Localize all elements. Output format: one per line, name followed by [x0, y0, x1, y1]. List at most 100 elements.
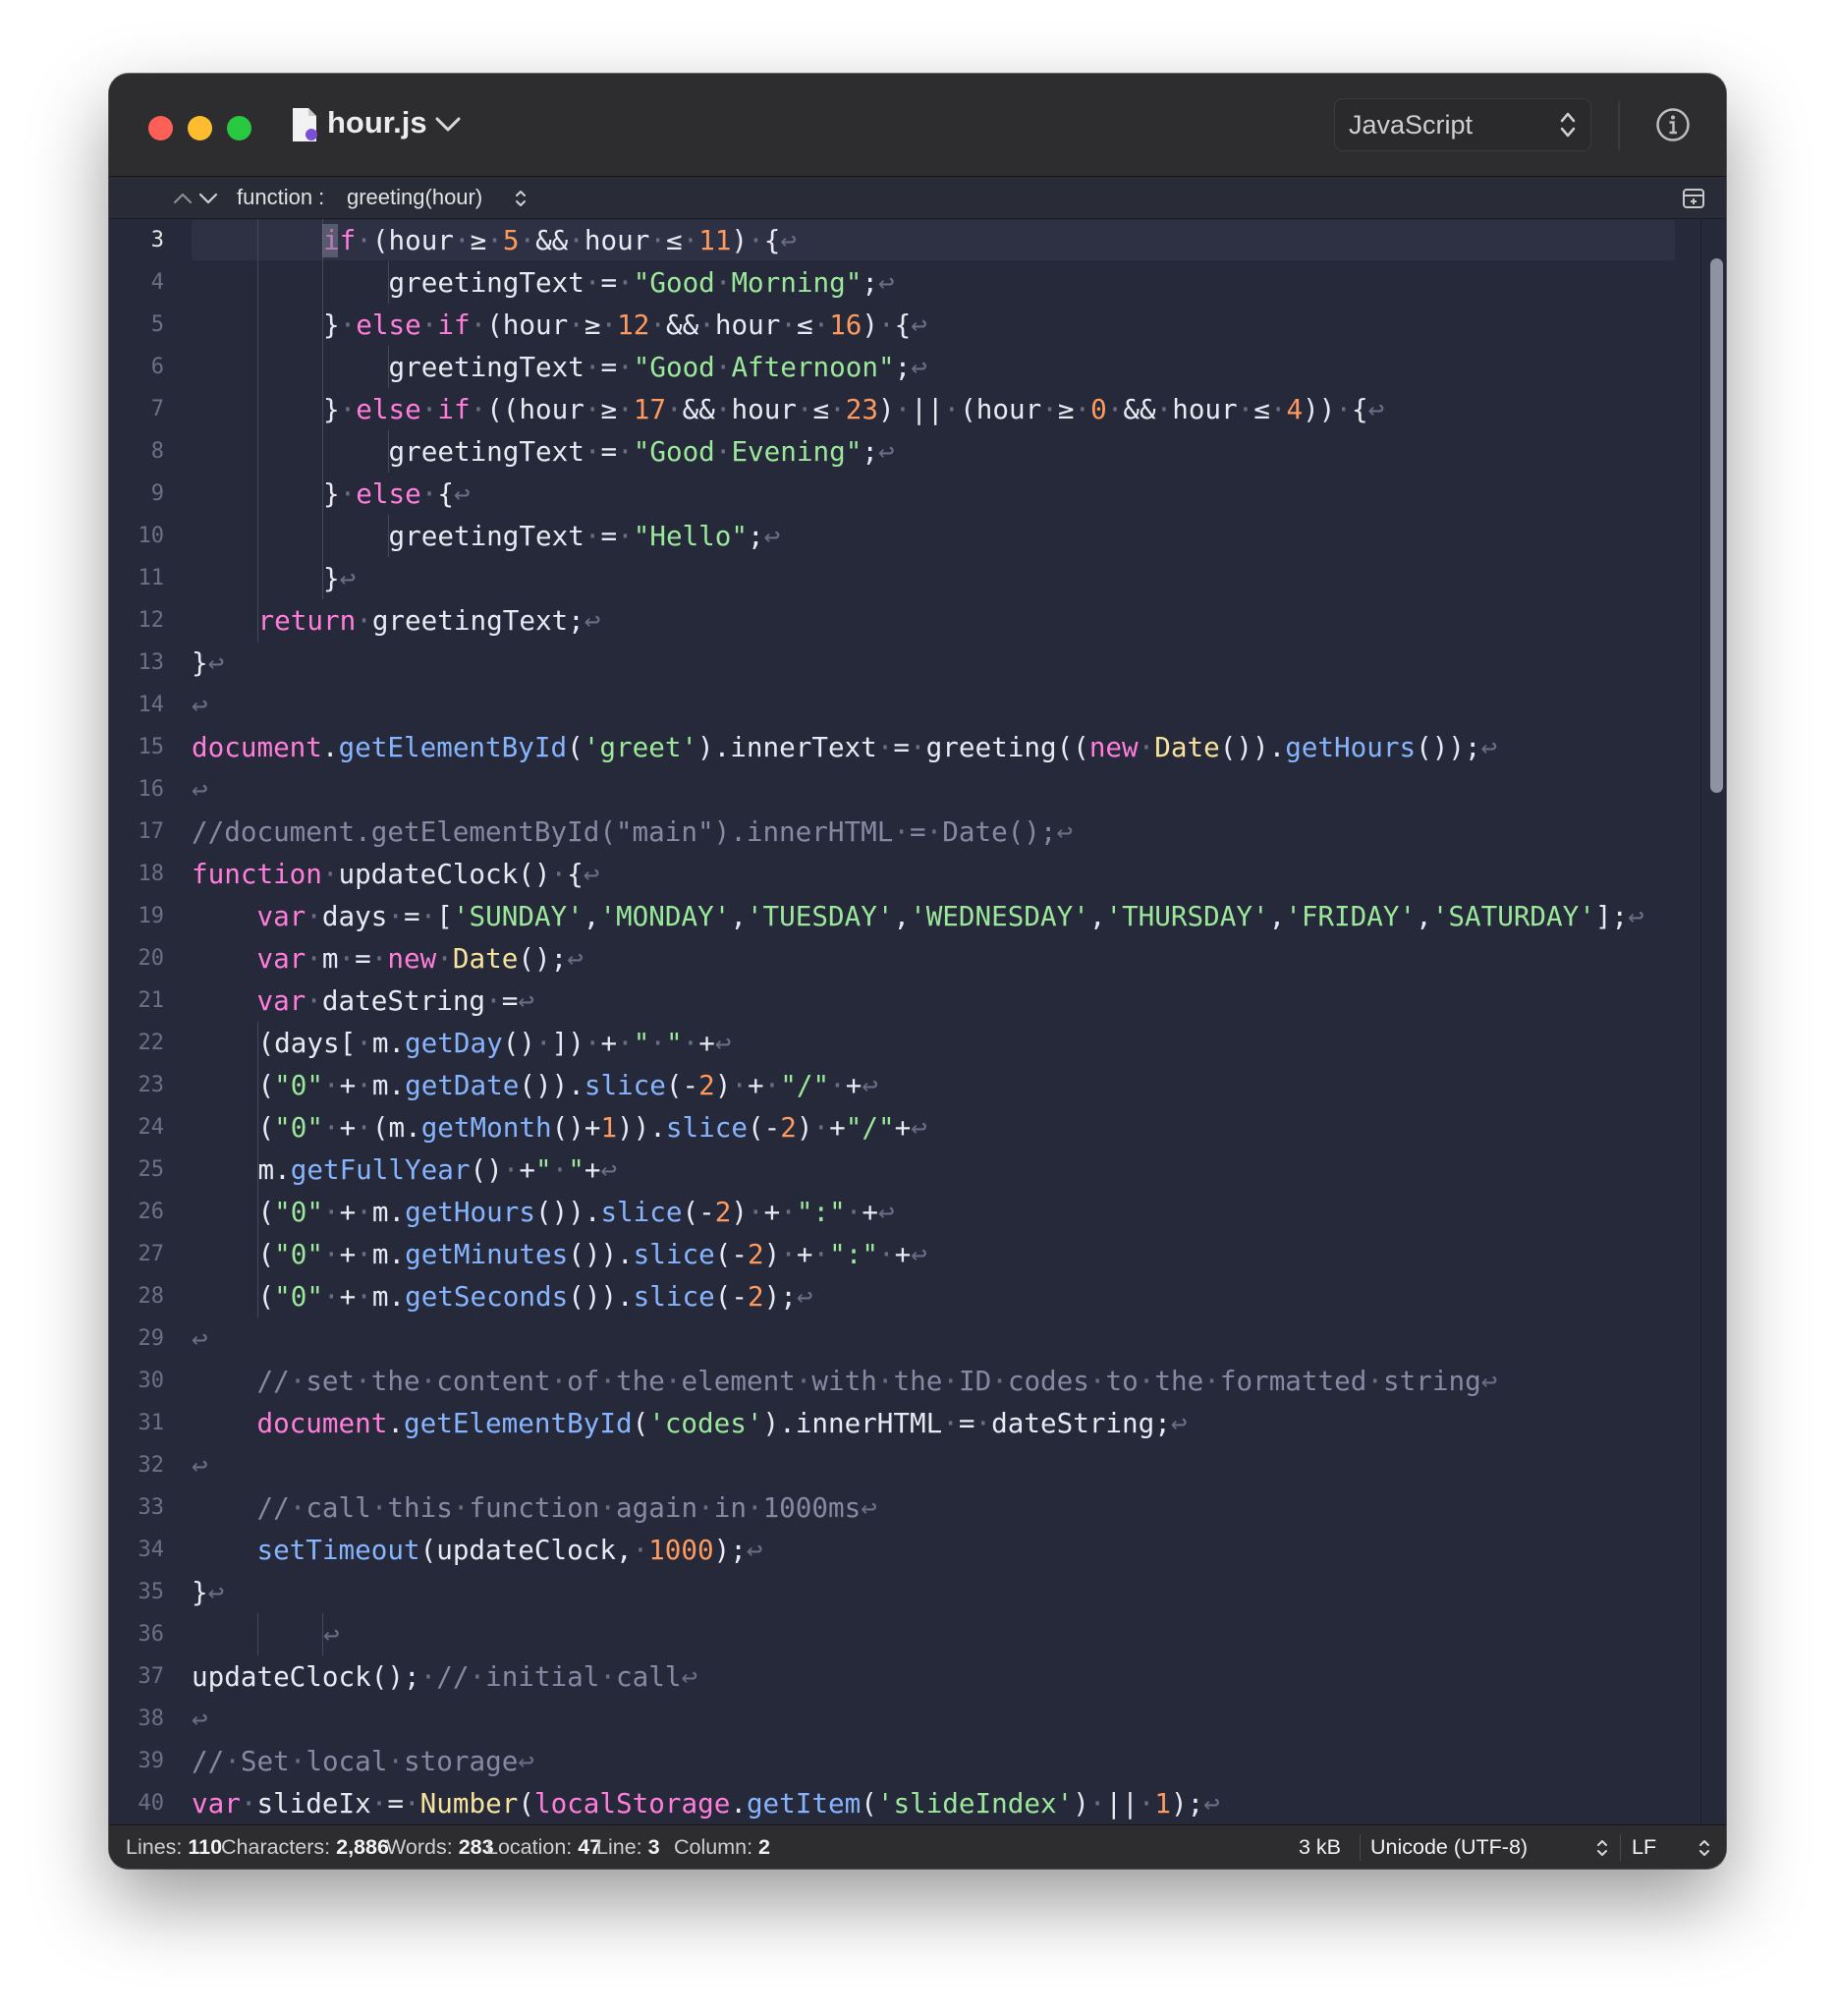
code-token: }	[192, 1576, 208, 1608]
code-token: ·	[322, 1196, 340, 1228]
code-token: 4	[1286, 393, 1304, 425]
code-line[interactable]: 21 var·dateString·=↩	[109, 980, 1700, 1022]
code-token: ↩	[862, 1069, 878, 1101]
close-window-button[interactable]	[148, 116, 173, 140]
updown-arrows-icon[interactable]	[1595, 1837, 1609, 1859]
line-ending-select[interactable]: LF	[1632, 1825, 1656, 1869]
characters-count: Characters: 2,886	[221, 1835, 389, 1859]
code-line[interactable]: 9}·else·{↩	[109, 473, 1700, 515]
code-line[interactable]: 19 var·days·=·['SUNDAY','MONDAY','TUESDA…	[109, 895, 1700, 937]
code-line[interactable]: 14 ↩	[109, 684, 1700, 726]
code-line[interactable]: 30 //·set·the·content·of·the·element·wit…	[109, 1360, 1700, 1402]
code-token: ·	[780, 1238, 797, 1270]
code-line[interactable]: 25 m.getFullYear()·+"·"+↩	[109, 1148, 1700, 1191]
code-token: ·	[322, 1238, 340, 1270]
code-line[interactable]: 18 function·updateClock()·{↩	[109, 853, 1700, 895]
encoding-select[interactable]: Unicode (UTF-8)	[1370, 1825, 1528, 1869]
vertical-scrollbar[interactable]	[1700, 219, 1726, 1824]
code-line[interactable]: 35}↩	[109, 1571, 1700, 1613]
code-text: m.getFullYear()·+"·"+↩	[258, 1148, 618, 1191]
code-line[interactable]: 23 ("0"·+·m.getDate()).slice(-2)·+·"/"·+↩	[109, 1064, 1700, 1106]
updown-arrows-icon[interactable]	[514, 188, 528, 209]
code-token: ·	[534, 1027, 552, 1059]
code-token: );	[713, 1534, 747, 1566]
code-text: setTimeout(updateClock,·1000);↩	[192, 1529, 762, 1571]
code-line[interactable]: 4 greetingText·=·"Good·Morning";↩	[109, 261, 1700, 304]
code-line[interactable]: 5}·else·if·(hour·≥·12·&&·hour·≤·16)·{↩	[109, 304, 1700, 346]
code-token: (-	[682, 1196, 715, 1228]
code-line[interactable]: 29 ↩	[109, 1317, 1700, 1360]
panel-toggle-icon[interactable]	[1682, 187, 1705, 210]
code-line[interactable]: 36 ↩	[109, 1613, 1700, 1655]
document-title[interactable]: hour.js	[327, 103, 427, 142]
code-line[interactable]: 27 ("0"·+·m.getMinutes()).slice(-2)·+·":"…	[109, 1233, 1700, 1275]
code-line[interactable]: 3 if·(hour·≥·5·&&·hour·≤·11)·{↩	[109, 219, 1700, 261]
symbol-name[interactable]: greeting(hour)	[347, 177, 482, 218]
code-text: }·else·if·((hour·≥·17·&&·hour·≤·23)·||·(…	[323, 388, 1384, 430]
code-line[interactable]: 26 ("0"·+·m.getHours()).slice(-2)·+·":"·+…	[109, 1191, 1700, 1233]
code-token: "0"	[274, 1069, 323, 1101]
chevron-down-icon[interactable]	[434, 115, 462, 135]
code-line[interactable]: 8 greetingText·=·"Good·Evening";↩	[109, 430, 1700, 473]
code-token: greeting((	[925, 731, 1089, 763]
info-circle-icon[interactable]	[1655, 107, 1691, 142]
indent-guide	[256, 346, 258, 388]
code-token: =	[600, 351, 618, 383]
code-text: (days[·m.getDay()·])·+·"·"·+↩	[258, 1022, 732, 1064]
code-token: {	[567, 858, 584, 890]
code-line[interactable]: 28 ("0"·+·m.getSeconds()).slice(-2);↩	[109, 1275, 1700, 1317]
code-line[interactable]: 7}·else·if·((hour·≥·17·&&·hour·≤·23)·||·…	[109, 388, 1700, 430]
code-token: content	[436, 1365, 551, 1397]
code-line[interactable]: 38 ↩	[109, 1698, 1700, 1740]
updown-arrows-icon[interactable]	[1698, 1837, 1711, 1859]
code-token: greetingText	[388, 435, 584, 468]
code-editor[interactable]: 3 if·(hour·≥·5·&&·hour·≤·11)·{↩ 4 greetingT…	[109, 219, 1726, 1824]
code-line[interactable]: 32 ↩	[109, 1444, 1700, 1486]
code-line[interactable]: 33 //·call·this·function·again·in·1000ms…	[109, 1486, 1700, 1529]
code-token: 16	[829, 308, 863, 341]
code-line[interactable]: 10 greetingText·=·"Hello";↩	[109, 515, 1700, 557]
code-line[interactable]: 24 ("0"·+·(m.getMonth()+1)).slice(-2)·+"/…	[109, 1106, 1700, 1148]
code-token: hour	[584, 224, 650, 256]
code-line[interactable]: 34 setTimeout(updateClock,·1000);↩	[109, 1529, 1700, 1571]
chevron-up-down-icon[interactable]	[172, 189, 227, 206]
code-token: m.	[257, 1153, 291, 1186]
scrollbar-thumb[interactable]	[1710, 258, 1723, 793]
zoom-window-button[interactable]	[227, 116, 251, 140]
code-token: ·	[470, 393, 487, 425]
code-line[interactable]: 22 (days[·m.getDay()·])·+·"·"·+↩	[109, 1022, 1700, 1064]
line-number: 37	[138, 1664, 165, 1689]
code-token: new	[1088, 731, 1139, 763]
code-token: (hour	[486, 308, 569, 341]
code-token: ·	[289, 1491, 306, 1524]
lines-count: Lines: 110	[126, 1835, 223, 1859]
indent-guide	[256, 304, 258, 346]
code-line[interactable]: 39//·Set·local·storage↩	[109, 1740, 1700, 1782]
indent-guide	[322, 430, 323, 473]
minimize-window-button[interactable]	[188, 116, 212, 140]
code-line[interactable]: 6 greetingText·=·"Good·Afternoon";↩	[109, 346, 1700, 388]
line-number: 25	[138, 1157, 165, 1182]
code-token: {	[437, 477, 454, 510]
code-token: ·	[664, 1365, 682, 1397]
code-line[interactable]: 40 var·slideIx·=·Number(localStorage.getI…	[109, 1782, 1700, 1824]
code-line[interactable]: 17 //document.getElementById("main").inne…	[109, 811, 1700, 853]
code-token: ()	[470, 1153, 503, 1186]
language-select[interactable]: JavaScript	[1334, 98, 1591, 151]
line-number: 40	[138, 1791, 165, 1816]
code-line[interactable]: 13}↩	[109, 642, 1700, 684]
code-line[interactable]: 12 return·greetingText;↩	[109, 599, 1700, 642]
code-line[interactable]: 20 var·m·=·new·Date();↩	[109, 937, 1700, 980]
editor-window: hour.js JavaScript function : greeting(h…	[109, 74, 1726, 1869]
line-number: 20	[138, 946, 165, 971]
code-line[interactable]: 11}↩	[109, 557, 1700, 599]
code-token: &&	[535, 224, 569, 256]
code-line[interactable]: 15 document.getElementById('greet').inner…	[109, 726, 1700, 768]
code-token: ·	[1155, 393, 1173, 425]
code-token: getFullYear	[290, 1153, 471, 1186]
code-token: ·	[289, 1365, 306, 1397]
code-line[interactable]: 37 updateClock();·//·initial·call↩	[109, 1655, 1700, 1698]
code-token: =	[387, 1787, 405, 1820]
code-line[interactable]: 16 ↩	[109, 768, 1700, 811]
code-line[interactable]: 31 document.getElementById('codes').inne…	[109, 1402, 1700, 1444]
